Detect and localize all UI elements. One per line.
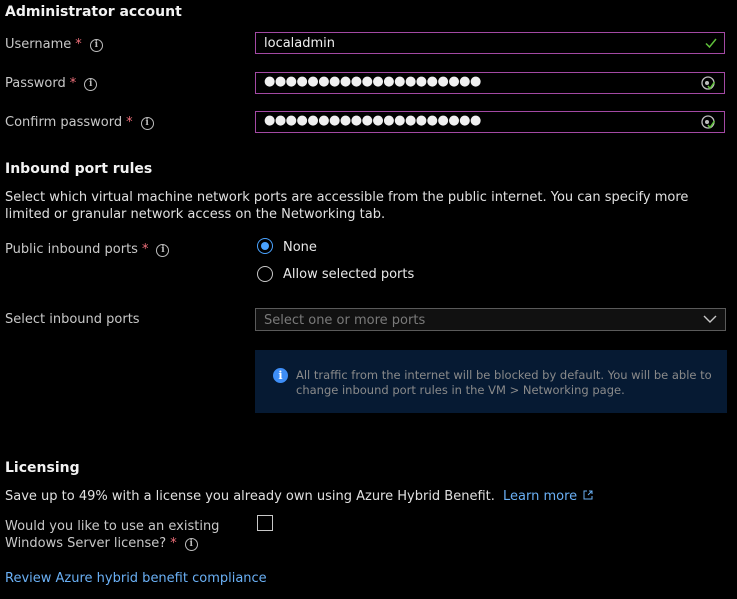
review-compliance-link[interactable]: Review Azure hybrid benefit compliance bbox=[5, 571, 267, 586]
required-mark: * bbox=[141, 242, 149, 257]
info-message-text: All traffic from the internet will be bl… bbox=[296, 368, 712, 397]
radio-none[interactable] bbox=[257, 238, 273, 254]
licensing-description: Save up to 49% with a license you alread… bbox=[5, 488, 593, 505]
existing-license-checkbox[interactable] bbox=[257, 515, 273, 531]
username-label-text: Username bbox=[5, 37, 72, 52]
password-mask: ●●●●●●●●●●●●●●●●●●●● bbox=[264, 74, 481, 89]
licensing-description-text: Save up to 49% with a license you alread… bbox=[5, 489, 495, 504]
required-mark: * bbox=[75, 37, 82, 52]
confirm-password-mask: ●●●●●●●●●●●●●●●●●●●● bbox=[264, 113, 481, 128]
password-reveal-icon[interactable] bbox=[700, 114, 716, 130]
inbound-heading: Inbound port rules bbox=[5, 161, 153, 177]
info-icon[interactable]: i bbox=[84, 78, 98, 91]
info-message-box: i All traffic from the internet will be … bbox=[255, 350, 727, 413]
password-reveal-icon[interactable] bbox=[700, 75, 716, 91]
confirm-password-label: Confirm password * i bbox=[5, 115, 154, 130]
inbound-ports-placeholder: Select one or more ports bbox=[264, 313, 426, 328]
radio-allow-selected-ports-label[interactable]: Allow selected ports bbox=[283, 267, 414, 282]
licensing-heading: Licensing bbox=[5, 460, 80, 476]
radio-none-label[interactable]: None bbox=[283, 240, 317, 255]
learn-more-link[interactable]: Learn more bbox=[503, 489, 593, 504]
inbound-description: Select which virtual machine network por… bbox=[5, 190, 689, 222]
required-mark: * bbox=[69, 76, 77, 91]
password-label: Password * i bbox=[5, 76, 98, 91]
select-inbound-label: Select inbound ports bbox=[5, 312, 140, 327]
confirm-password-input[interactable]: ●●●●●●●●●●●●●●●●●●●● bbox=[255, 111, 725, 133]
info-icon[interactable]: i bbox=[140, 117, 154, 130]
required-mark: * bbox=[126, 115, 133, 130]
public-inbound-label: Public inbound ports * i bbox=[5, 242, 170, 257]
license-question-line2: Windows Server license? bbox=[5, 536, 167, 551]
username-label: Username * i bbox=[5, 37, 103, 52]
info-icon: i bbox=[273, 368, 288, 383]
public-inbound-label-text: Public inbound ports bbox=[5, 242, 138, 257]
username-value: localadmin bbox=[264, 36, 336, 51]
license-question-line1: Would you like to use an existing bbox=[5, 519, 220, 534]
chevron-down-icon bbox=[703, 315, 717, 323]
required-mark: * bbox=[170, 536, 177, 551]
external-link-icon bbox=[583, 490, 593, 500]
info-icon[interactable]: i bbox=[156, 244, 170, 257]
password-input[interactable]: ●●●●●●●●●●●●●●●●●●●● bbox=[255, 72, 725, 94]
password-label-text: Password bbox=[5, 76, 66, 91]
username-input[interactable]: localadmin bbox=[255, 32, 725, 54]
inbound-ports-dropdown[interactable]: Select one or more ports bbox=[255, 308, 726, 331]
checkmark-icon bbox=[705, 38, 717, 49]
learn-more-text[interactable]: Learn more bbox=[503, 489, 577, 504]
info-icon[interactable]: i bbox=[89, 39, 103, 52]
info-icon[interactable]: i bbox=[184, 538, 198, 551]
radio-allow-selected-ports[interactable] bbox=[257, 266, 273, 282]
license-question: Would you like to use an existing Window… bbox=[5, 518, 219, 552]
admin-heading: Administrator account bbox=[5, 4, 182, 20]
confirm-password-label-text: Confirm password bbox=[5, 115, 123, 130]
